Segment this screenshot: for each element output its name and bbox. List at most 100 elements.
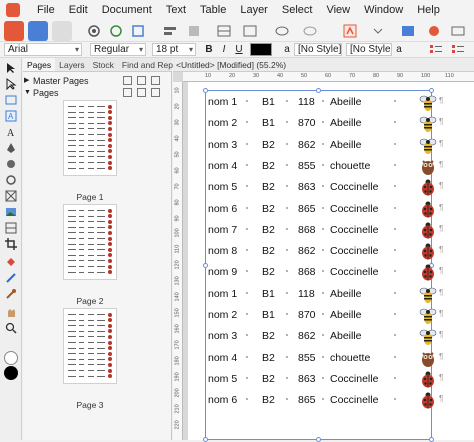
tab-stock[interactable]: Stock <box>89 58 118 71</box>
snapping-options-icon[interactable] <box>368 21 388 41</box>
move-tool-icon[interactable] <box>5 62 17 74</box>
duplicate-master-icon[interactable] <box>137 76 146 85</box>
snapping-magnet-icon[interactable] <box>340 21 360 41</box>
menu-help[interactable]: Help <box>410 4 447 16</box>
text-color-swatch[interactable] <box>250 43 272 56</box>
menu-document[interactable]: Document <box>95 4 159 16</box>
menu-edit[interactable]: Edit <box>62 4 95 16</box>
font-size-field[interactable]: 18 pt ▾ <box>152 43 196 56</box>
master-pages-section[interactable]: ▶ Master Pages <box>23 75 172 87</box>
view-mode-icon[interactable] <box>272 21 292 41</box>
table-row[interactable]: nom 7 B2 868 Coccinelle ¶ <box>206 220 443 241</box>
persona-designer-icon[interactable] <box>4 21 24 41</box>
page-thumbnail[interactable] <box>63 100 117 176</box>
thumb-icon <box>108 121 112 126</box>
ruler-tick-label: 80 <box>373 73 380 79</box>
zoom-tool-icon[interactable] <box>5 322 17 334</box>
color-picker-tool-icon[interactable] <box>5 288 17 300</box>
menu-layer[interactable]: Layer <box>233 4 275 16</box>
paragraph-style-select[interactable]: [No Style] <box>346 43 392 56</box>
table-row[interactable]: nom 2 B1 870 Abeille ¶ <box>206 113 443 134</box>
underline-button[interactable]: U <box>232 43 246 56</box>
paragraph-style-value: [No Style] <box>350 44 392 55</box>
snapping-icon[interactable] <box>106 21 126 41</box>
row-insect: Coccinelle <box>330 245 379 258</box>
list-icon[interactable] <box>430 44 442 55</box>
transform-icon[interactable] <box>128 21 148 41</box>
tab-pages[interactable]: Pages <box>23 58 56 71</box>
tab-layers[interactable]: Layers <box>55 58 89 71</box>
menu-select[interactable]: Select <box>275 4 320 16</box>
ruler-tick-label: 220 <box>174 420 181 430</box>
table-row[interactable]: nom 9 B2 868 Coccinelle ¶ <box>206 262 443 283</box>
font-style-select[interactable]: Regular ▾ <box>90 43 146 56</box>
view-tool-icon[interactable] <box>5 306 17 318</box>
table-row[interactable]: nom 2 B1 870 Abeille ¶ <box>206 305 443 326</box>
menu-text[interactable]: Text <box>159 4 193 16</box>
preview-icon[interactable] <box>300 21 320 41</box>
table-row[interactable]: nom 6 B2 865 Coccinelle ¶ <box>206 390 443 411</box>
italic-button[interactable]: I <box>217 43 231 56</box>
menu-file[interactable]: File <box>30 4 62 16</box>
transparency-tool-icon[interactable] <box>5 272 17 284</box>
table-row[interactable]: nom 4 B2 855 chouette ¶ <box>206 156 443 177</box>
table-row[interactable]: nom 3 B2 862 Abeille ¶ <box>206 326 443 347</box>
stroke-color-swatch[interactable] <box>4 351 18 365</box>
persona-publisher-icon[interactable] <box>52 21 72 41</box>
bold-button[interactable]: B <box>202 43 216 56</box>
document-page[interactable]: nom 1 B1 118 Abeille ¶ nom 2 B1 870 Abeille ¶ nom … <box>188 82 474 442</box>
frame-text-tool-icon[interactable]: A <box>5 110 17 122</box>
pencil-tool-icon[interactable] <box>5 158 17 170</box>
delete-master-icon[interactable] <box>151 76 160 85</box>
menu-view[interactable]: View <box>319 4 357 16</box>
table-tool-icon[interactable] <box>5 94 17 106</box>
settings-gear-icon[interactable] <box>84 21 104 41</box>
page-thumbnail[interactable] <box>63 204 117 280</box>
shape-tool-icon[interactable] <box>5 174 17 186</box>
panel-tabs: Pages Layers Stock Find and Replace <box>23 58 189 72</box>
thumb-line <box>88 260 94 262</box>
menu-window[interactable]: Window <box>357 4 410 16</box>
svg-text:A: A <box>8 112 14 121</box>
table-row[interactable]: nom 1 B1 118 Abeille ¶ <box>206 92 443 113</box>
picture-frame-tool-icon[interactable] <box>5 190 17 202</box>
pages-section[interactable]: ▼ Pages <box>23 87 172 99</box>
arrange-icon[interactable] <box>184 21 204 41</box>
delete-page-icon[interactable] <box>151 88 160 97</box>
table-row[interactable]: nom 1 B1 118 Abeille ¶ <box>206 284 443 305</box>
table-insert-tool-icon[interactable] <box>5 222 17 234</box>
assistant-icon[interactable] <box>424 21 444 41</box>
fill-tool-icon[interactable] <box>5 256 17 268</box>
page-thumbnail[interactable] <box>63 308 117 384</box>
thumb-line <box>88 210 94 211</box>
table-row[interactable]: nom 4 B2 855 chouette ¶ <box>206 348 443 369</box>
document-tab[interactable]: <Untitled> [Modified] (55.2%) <box>173 58 474 72</box>
table-row[interactable]: nom 5 B2 863 Coccinelle ¶ <box>206 177 443 198</box>
artistic-text-tool-icon[interactable]: A <box>5 126 17 139</box>
character-style-select[interactable]: [No Style] <box>294 43 342 56</box>
add-page-icon[interactable] <box>123 88 132 97</box>
table-row[interactable]: nom 5 B2 863 Coccinelle ¶ <box>206 369 443 390</box>
table-row[interactable]: nom 8 B2 862 Coccinelle ¶ <box>206 241 443 262</box>
menu-table[interactable]: Table <box>193 4 233 16</box>
fill-color-swatch[interactable] <box>4 366 18 380</box>
studio-toggle-icon[interactable] <box>448 21 468 41</box>
pen-tool-icon[interactable] <box>5 142 17 154</box>
pilcrow-mark: ¶ <box>439 181 444 191</box>
node-tool-icon[interactable] <box>5 78 17 91</box>
list-options-icon[interactable] <box>452 44 464 55</box>
crop-tool-icon[interactable] <box>5 238 17 250</box>
duplicate-page-icon[interactable] <box>137 88 146 97</box>
align-icon[interactable] <box>160 21 180 41</box>
text-frame-icon[interactable] <box>240 21 260 41</box>
insert-table-icon[interactable] <box>214 21 234 41</box>
table-row[interactable]: nom 6 B2 865 Coccinelle ¶ <box>206 199 443 220</box>
persona-photo-icon[interactable] <box>28 21 48 41</box>
ruler-tick-label: 10 <box>174 87 181 94</box>
table-row[interactable]: nom 3 B2 862 Abeille ¶ <box>206 135 443 156</box>
thumb-icon <box>108 318 112 323</box>
font-manager-icon[interactable] <box>398 21 418 41</box>
add-master-icon[interactable] <box>123 76 132 85</box>
place-image-tool-icon[interactable] <box>5 206 17 218</box>
font-family-select[interactable]: Arial ▾ <box>4 43 82 56</box>
